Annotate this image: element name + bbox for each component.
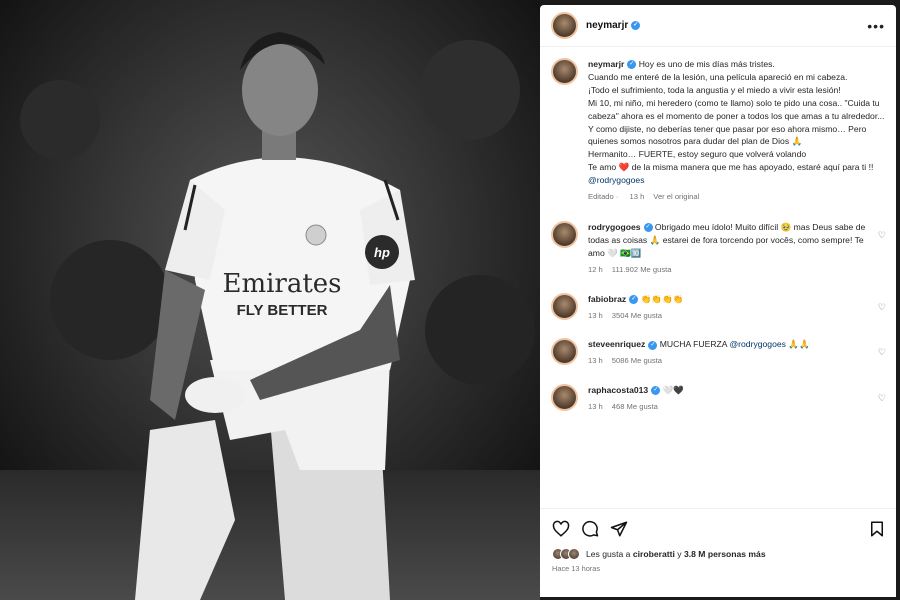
comment-avatar[interactable] (551, 220, 578, 248)
author-avatar[interactable] (551, 12, 578, 39)
post-caption: neymarjr ✓ Hoy es uno de mis días más tri… (540, 48, 896, 204)
likes-count[interactable]: 3.8 M personas más (684, 549, 766, 559)
verified-icon: ✓ (631, 20, 641, 30)
verified-icon: ✓ (651, 386, 661, 396)
caption-line: Y como dijiste, no deberías tener que pa… (588, 123, 867, 147)
comment-avatar[interactable] (551, 292, 578, 320)
comment-username[interactable]: rodrygogoes (588, 222, 641, 232)
comment-mention-link[interactable]: @rodrygogoes (729, 339, 786, 349)
caption-line: Hermanito… FUERTE, estoy seguro que volv… (588, 149, 807, 160)
comment-item: fabiobraz ✓ 👏👏👏👏 13 h 3504 Me gusta ♡ (540, 292, 896, 323)
more-options-icon[interactable]: ••• (867, 18, 885, 34)
comment-username[interactable]: raphacosta013 (588, 385, 648, 395)
comments-scroll-area[interactable]: neymarjr ✓ Hoy es uno de mis días más tri… (540, 48, 896, 507)
shirt-sponsor-sub: FLY BETTER (237, 302, 328, 319)
comment-likes[interactable]: 111.902 Me gusta (612, 265, 672, 274)
comment-likes[interactable]: 3504 Me gusta (612, 311, 662, 320)
comment-time: 12 h (588, 264, 603, 274)
comment-time: 13 h (588, 356, 603, 366)
caption-avatar[interactable] (551, 58, 578, 85)
comment-time: 13 h (588, 402, 603, 412)
comment-likes[interactable]: 468 Me gusta (612, 402, 658, 411)
comment-text-tail: 🙏🙏 (788, 339, 810, 350)
like-heart-icon[interactable] (552, 520, 570, 538)
bookmark-icon[interactable] (868, 520, 886, 538)
likes-summary[interactable]: Les gusta a ciroberatti y 3.8 M personas… (540, 538, 896, 560)
caption-line: Cuando me enteré de la lesión, una pelíc… (588, 71, 848, 82)
comment-likes[interactable]: 5086 Me gusta (612, 356, 662, 365)
see-original-link[interactable]: Ver el original (653, 192, 699, 201)
post-photo: Emirates FLY BETTER hp (0, 0, 540, 600)
comment-text: 👏👏👏👏 (640, 293, 684, 304)
comment-avatar[interactable] (551, 338, 578, 366)
verified-icon: ✓ (629, 294, 639, 304)
comment-text: MUCHA FUERZA (659, 339, 728, 350)
post-actions: Les gusta a ciroberatti y 3.8 M personas… (540, 508, 896, 597)
comment-text: 🤍🖤 (662, 385, 684, 396)
comment-item: rodrygogoes ✓ Obrigado meu ídolo! Muito d… (540, 220, 896, 277)
liker-avatars (552, 548, 580, 560)
caption-meta: Editado · 13 h Ver el original (588, 192, 700, 202)
comment-bubble-icon[interactable] (581, 520, 599, 538)
post-timestamp[interactable]: Hace 13 horas (540, 560, 896, 573)
verified-icon: ✓ (648, 340, 658, 350)
likes-prefix: Les gusta a (586, 549, 631, 559)
like-comment-heart-icon[interactable]: ♡ (878, 230, 886, 241)
sleeve-sponsor-badge: hp (374, 245, 390, 260)
comment-item: steveenriquez ✓ MUCHA FUERZA @rodrygogoes… (540, 338, 896, 368)
verified-icon: ✓ (627, 60, 637, 70)
comment-username[interactable]: steveenriquez (588, 339, 645, 349)
like-comment-heart-icon[interactable]: ♡ (878, 347, 886, 358)
caption-username[interactable]: neymarjr (588, 59, 624, 69)
caption-line: Te amo ❤️ de la misma manera que me has … (588, 162, 874, 173)
caption-line: ¡Todo el sufrimiento, toda la angustia y… (588, 84, 841, 95)
post-header: neymarjr ✓ ••• (540, 5, 896, 47)
comment-time: 13 h (588, 310, 603, 320)
like-comment-heart-icon[interactable]: ♡ (878, 393, 886, 404)
comment-avatar[interactable] (551, 384, 578, 412)
likes-mid: y (677, 549, 682, 559)
author-username[interactable]: neymarjr ✓ (586, 20, 641, 31)
caption-line: Hoy es uno de mis días más tristes. (638, 59, 775, 69)
caption-time: 13 h (629, 192, 645, 202)
like-comment-heart-icon[interactable]: ♡ (878, 302, 886, 313)
likes-user[interactable]: ciroberatti (633, 549, 675, 559)
edited-label: Editado (588, 192, 614, 202)
caption-mention-link[interactable]: @rodrygogoes (588, 174, 885, 187)
shirt-sponsor-text: Emirates (222, 269, 341, 299)
comment-item: raphacosta013 ✓ 🤍🖤 13 h 468 Me gusta ♡ (540, 384, 896, 414)
instagram-post-modal: Emirates FLY BETTER hp neymarjr ✓ ••• ney… (0, 0, 900, 600)
share-send-icon[interactable] (610, 520, 628, 538)
comment-username[interactable]: fabiobraz (588, 294, 626, 304)
post-sidebar: neymarjr ✓ ••• neymarjr ✓ Hoy es uno de mi… (540, 5, 896, 597)
verified-icon: ✓ (643, 223, 653, 233)
player-photo: Emirates FLY BETTER hp (0, 0, 540, 600)
caption-line: Mi 10, mi niño, mi heredero (como te lla… (588, 97, 885, 121)
